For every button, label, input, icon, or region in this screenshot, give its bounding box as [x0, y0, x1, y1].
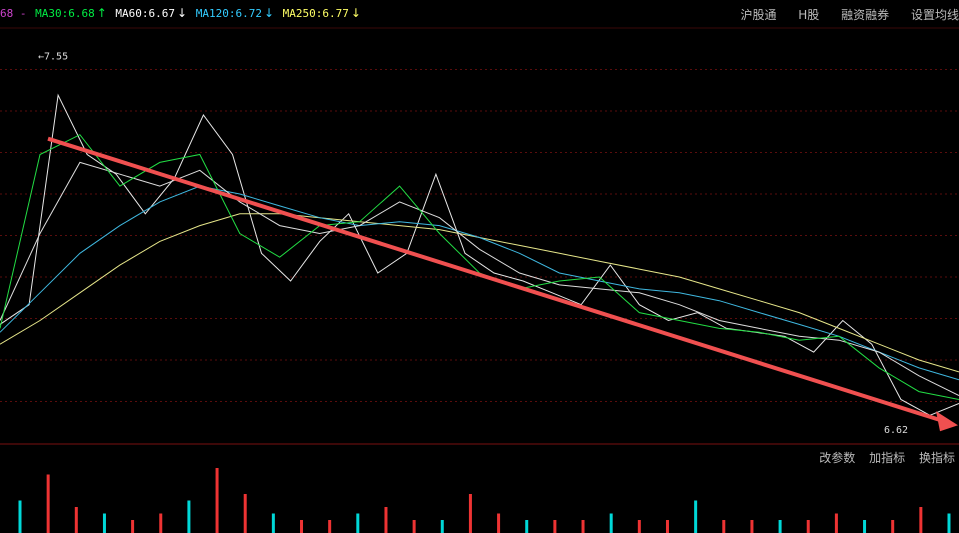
trend-arrowhead	[936, 411, 958, 432]
volume-bar	[806, 520, 810, 533]
volume-bar	[919, 507, 923, 533]
switch-indicator-button[interactable]: 换指标	[919, 451, 955, 465]
high-price-label: ←7.55	[38, 52, 68, 63]
volume-bar	[637, 520, 641, 533]
volume-bar	[863, 520, 867, 533]
volume-bar	[722, 520, 726, 533]
volume-bar	[440, 520, 444, 533]
indicator-toolbar: 改参数 加指标 换指标	[809, 449, 955, 466]
volume-bar	[694, 500, 698, 533]
ma60-line	[0, 161, 959, 397]
volume-bar	[328, 520, 332, 533]
add-indicator-button[interactable]: 加指标	[869, 451, 905, 465]
volume-bar	[243, 494, 247, 533]
trend-arrow-line	[47, 136, 945, 424]
volume-bar	[187, 500, 191, 533]
volume-bar	[300, 520, 304, 533]
volume-bar	[412, 520, 416, 533]
price-line	[0, 93, 959, 416]
volume-bar	[131, 520, 135, 533]
volume-bar	[271, 513, 275, 533]
change-params-button[interactable]: 改参数	[819, 451, 855, 465]
volume-bar	[18, 500, 22, 533]
volume-bar	[581, 520, 585, 533]
volume-bar	[74, 507, 78, 533]
volume-bar	[750, 520, 754, 533]
volume-bar	[665, 520, 669, 533]
volume-bar	[102, 513, 106, 533]
volume-bar	[778, 520, 782, 533]
volume-bar	[891, 520, 895, 533]
volume-bar	[525, 520, 529, 533]
volume-bar	[468, 494, 472, 533]
volume-bar	[553, 520, 557, 533]
volume-bar	[947, 513, 951, 533]
volume-bar	[497, 513, 501, 533]
volume-bar	[834, 513, 838, 533]
volume-bar	[356, 513, 360, 533]
volume-bar	[159, 513, 163, 533]
volume-bar	[215, 468, 219, 533]
volume-bar	[609, 513, 613, 533]
volume-bar	[46, 474, 50, 533]
low-price-label: 6.62	[884, 425, 908, 436]
volume-bar	[384, 507, 388, 533]
